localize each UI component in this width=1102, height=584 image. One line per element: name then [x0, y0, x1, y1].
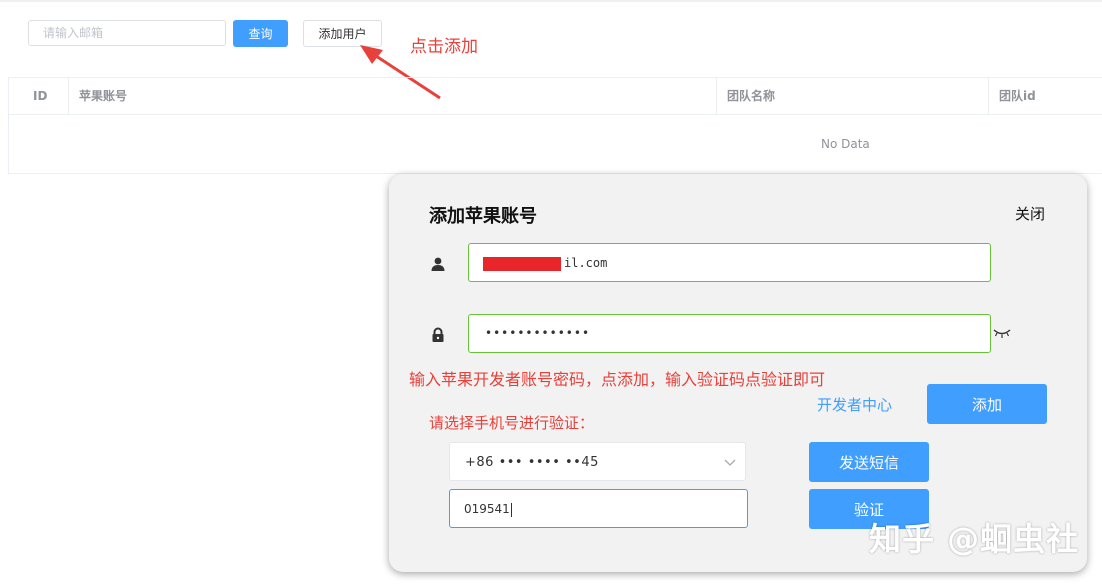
- query-button[interactable]: 查询: [233, 20, 288, 47]
- password-mask: •••••••••••••: [485, 326, 591, 340]
- chevron-down-icon: [724, 459, 736, 466]
- column-header-team-id: 团队id: [988, 78, 1102, 114]
- eye-closed-icon[interactable]: [993, 327, 1011, 339]
- column-header-id: ID: [33, 89, 48, 103]
- phone-select-label: 请选择手机号进行验证：: [429, 414, 595, 432]
- verification-code-input[interactable]: 019541: [449, 489, 748, 528]
- phone-selected-value: +86 ••• •••• ••45: [465, 455, 599, 470]
- dialog-close-button[interactable]: 关闭: [1015, 203, 1045, 224]
- send-sms-button[interactable]: 发送短信: [809, 442, 929, 482]
- table-empty-text: No Data: [821, 137, 870, 151]
- column-header-apple-account: 苹果账号: [68, 78, 716, 114]
- redacted-email-mark: [483, 257, 561, 271]
- add-apple-account-dialog: 添加苹果账号 关闭 il.com ••••••••••••• 输入苹果开发者账号…: [389, 174, 1087, 572]
- lock-icon: [432, 327, 444, 342]
- phone-select[interactable]: +86 ••• •••• ••45: [449, 442, 746, 481]
- text-caret: [510, 502, 512, 517]
- annotation-instruction: 输入苹果开发者账号密码，点添加，输入验证码点验证即可: [409, 370, 826, 389]
- add-button[interactable]: 添加: [927, 384, 1047, 424]
- watermark: 知乎 @蛔虫社: [869, 520, 1080, 558]
- top-border: [0, 0, 1102, 2]
- developer-center-link[interactable]: 开发者中心: [817, 394, 892, 415]
- table-header: ID 苹果账号 团队名称 团队id: [9, 78, 1102, 115]
- accounts-table: ID 苹果账号 团队名称 团队id No Data: [8, 77, 1102, 174]
- verification-code-value: 019541: [464, 502, 510, 516]
- email-search-input[interactable]: [28, 20, 226, 46]
- account-value: il.com: [564, 256, 608, 270]
- user-icon: [431, 257, 445, 271]
- account-input[interactable]: il.com: [468, 243, 991, 282]
- password-input[interactable]: •••••••••••••: [468, 314, 991, 353]
- dialog-title: 添加苹果账号: [429, 206, 537, 227]
- column-header-team-name: 团队名称: [716, 78, 988, 114]
